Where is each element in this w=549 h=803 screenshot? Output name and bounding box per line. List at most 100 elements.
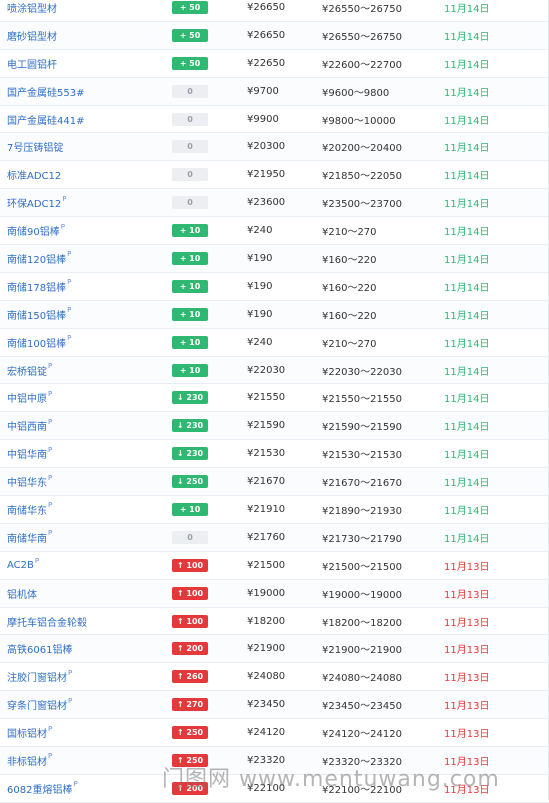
product-name-link[interactable]: 国标铝材 P (7, 719, 52, 746)
product-name[interactable]: 南储150铝棒 (7, 307, 66, 322)
product-name[interactable]: 中铝西南 (7, 418, 47, 433)
product-name[interactable]: 中铝华东 (7, 474, 47, 489)
product-name-link[interactable]: 南储华东 P (7, 496, 52, 523)
change-badge: ↑ 270 (172, 698, 208, 712)
change-cell: 0 (172, 78, 208, 105)
product-name-link[interactable]: 南储120铝棒 P (7, 245, 71, 272)
product-name[interactable]: 7号压铸铝锭 (7, 139, 63, 154)
price-range: ¥21530～21530 (322, 450, 402, 462)
price-tag-icon: P (48, 445, 53, 454)
table-row: 中铝中原 P ↓ 230 ¥21550 ¥21550～21550 11月14日 (0, 384, 549, 413)
product-name[interactable]: 南储120铝棒 (7, 251, 66, 266)
product-name[interactable]: 南储华南 (7, 530, 47, 545)
product-name-link[interactable]: 非标铝材 P (7, 747, 52, 774)
product-name[interactable]: 南储90铝棒 (7, 223, 60, 238)
change-cell: ↑ 100 (172, 580, 208, 607)
change-badge: + 50 (172, 56, 208, 70)
date-text: 11月13日 (444, 673, 490, 685)
price-tag-icon: P (48, 724, 53, 733)
product-name-link[interactable]: 环保ADC12 P (7, 189, 66, 216)
product-name[interactable]: 铝机体 (7, 586, 37, 601)
product-name-link[interactable]: 喷涂铝型材 (7, 0, 57, 21)
product-name-link[interactable]: 国产金属硅441# (7, 106, 84, 133)
price-range: ¥26550～26750 (322, 31, 402, 43)
date-text: 11月14日 (444, 366, 490, 378)
product-name-link[interactable]: 7号压铸铝锭 (7, 133, 63, 160)
change-cell: ↑ 260 (172, 663, 208, 690)
price-range: ¥160～220 (322, 282, 377, 294)
update-date: 11月14日 (444, 524, 489, 551)
change-cell: + 10 (172, 217, 208, 244)
product-name[interactable]: 电工圆铝杆 (7, 56, 57, 71)
product-name-link[interactable]: 中铝华东 P (7, 468, 52, 495)
product-name[interactable]: 标准ADC12 (7, 167, 61, 182)
update-date: 11月13日 (444, 691, 489, 718)
product-name-link[interactable]: AC2B P (7, 552, 39, 579)
product-name-link[interactable]: 南储178铝棒 P (7, 273, 71, 300)
price-value: ¥20300 (247, 141, 286, 153)
product-name[interactable]: 穿条门窗铝材 (7, 697, 67, 712)
price-tag-icon: P (48, 529, 53, 538)
product-name[interactable]: 非标铝材 (7, 753, 47, 768)
product-name-link[interactable]: 南储90铝棒 P (7, 217, 65, 244)
product-name-link[interactable]: 摩托车铝合金轮毂 (7, 608, 87, 635)
change-badge: ↑ 100 (172, 558, 208, 572)
product-name-link[interactable]: 高铁6061铝棒 (7, 635, 72, 662)
product-name-link[interactable]: 南储华南 P (7, 524, 52, 551)
change-badge: ↓ 230 (172, 391, 208, 405)
product-name-link[interactable]: 注胶门窗铝材 P (7, 663, 72, 690)
product-name[interactable]: 宏桥铝锭 (7, 363, 47, 378)
product-name[interactable]: 环保ADC12 (7, 195, 61, 210)
product-name-link[interactable]: 磨砂铝型材 (7, 22, 57, 49)
update-date: 11月14日 (444, 78, 489, 105)
price-value: ¥22030 (247, 364, 286, 376)
product-name[interactable]: 摩托车铝合金轮毂 (7, 614, 87, 629)
price-range: ¥24080～24080 (322, 673, 402, 685)
product-name-link[interactable]: 标准ADC12 (7, 161, 61, 188)
product-name[interactable]: 磨砂铝型材 (7, 28, 57, 43)
product-name-link[interactable]: 中铝中原 P (7, 384, 52, 411)
product-name-link[interactable]: 中铝华南 P (7, 440, 52, 467)
date-text: 11月14日 (444, 143, 490, 155)
product-name[interactable]: 国产金属硅553# (7, 84, 84, 99)
product-name[interactable]: 喷涂铝型材 (7, 0, 57, 15)
product-name[interactable]: 南储178铝棒 (7, 279, 66, 294)
date-text: 11月14日 (444, 199, 490, 211)
change-cell: ↓ 230 (172, 384, 208, 411)
change-cell: + 50 (172, 0, 208, 21)
change-cell: + 10 (172, 329, 208, 356)
change-badge: 0 (172, 112, 208, 126)
product-name[interactable]: 国产金属硅441# (7, 112, 84, 127)
table-row: AC2B P ↑ 100 ¥21500 ¥21500～21500 11月13日 (0, 552, 549, 580)
change-badge: ↓ 230 (172, 419, 208, 433)
product-name[interactable]: 国标铝材 (7, 725, 47, 740)
product-name[interactable]: 中铝中原 (7, 390, 47, 405)
price-value: ¥190 (247, 308, 273, 320)
product-name-link[interactable]: 国产金属硅553# (7, 78, 84, 105)
product-name-link[interactable]: 铝机体 (7, 580, 37, 607)
change-badge: ↑ 250 (172, 726, 208, 740)
product-name-link[interactable]: 6082重熔铝棒 P (7, 775, 78, 802)
price-value: ¥190 (247, 280, 273, 292)
product-name[interactable]: 高铁6061铝棒 (7, 641, 72, 656)
product-name-link[interactable]: 南储150铝棒 P (7, 301, 71, 328)
product-name[interactable]: 6082重熔铝棒 (7, 781, 72, 796)
product-name[interactable]: AC2B (7, 560, 34, 571)
price-tag-icon: P (67, 306, 72, 315)
change-cell: 0 (172, 524, 208, 551)
product-name[interactable]: 南储华东 (7, 502, 47, 517)
update-date: 11月14日 (444, 329, 489, 356)
date-text: 11月14日 (444, 422, 490, 434)
product-name-link[interactable]: 电工圆铝杆 (7, 50, 57, 77)
product-name[interactable]: 中铝华南 (7, 446, 47, 461)
price-range: ¥22600～22700 (322, 59, 402, 71)
product-name-link[interactable]: 穿条门窗铝材 P (7, 691, 72, 718)
change-cell: ↓ 230 (172, 440, 208, 467)
product-name-link[interactable]: 宏桥铝锭 P (7, 357, 52, 384)
product-name[interactable]: 南储100铝棒 (7, 335, 66, 350)
price-value: ¥21590 (247, 420, 286, 432)
date-text: 11月13日 (444, 617, 490, 629)
product-name-link[interactable]: 中铝西南 P (7, 412, 52, 439)
product-name[interactable]: 注胶门窗铝材 (7, 669, 67, 684)
product-name-link[interactable]: 南储100铝棒 P (7, 329, 71, 356)
